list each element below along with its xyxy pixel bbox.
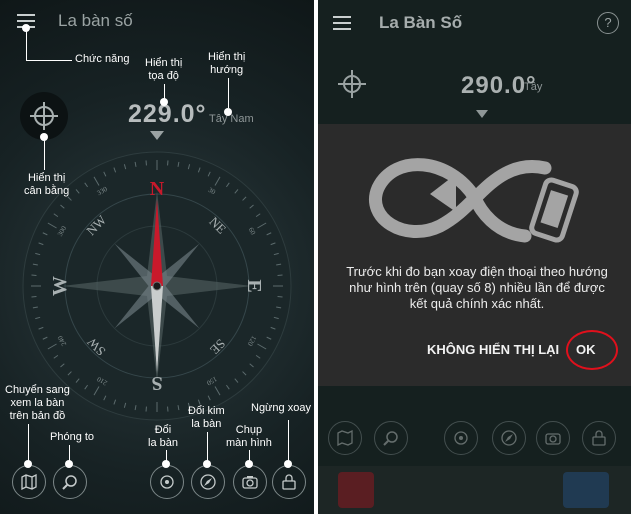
callout-line — [28, 424, 29, 464]
dont-show-again-button[interactable]: KHÔNG HIỂN THỊ LẠI — [427, 342, 559, 357]
callout-dot — [245, 460, 253, 468]
ad-thumbnail — [338, 472, 374, 508]
heading-direction: Tây — [524, 81, 543, 93]
ad-banner[interactable] — [318, 466, 631, 514]
annotation-stop-rotate: Ngừng xoay — [251, 402, 311, 414]
infinity-phone-icon — [369, 158, 579, 243]
ad-thumbnail — [563, 472, 609, 508]
screenshot-button[interactable] — [233, 465, 267, 499]
cardinal-label-s: S — [151, 372, 162, 394]
lock-rotation-button[interactable] — [272, 465, 306, 499]
map-button[interactable] — [12, 465, 46, 499]
lock-icon — [282, 474, 296, 490]
map-icon — [337, 430, 353, 446]
zoom-button[interactable] — [374, 421, 408, 455]
annotation-direction: Hiển thị hướng — [208, 51, 246, 76]
ok-button[interactable]: OK — [576, 342, 596, 357]
callout-line — [288, 420, 289, 462]
compass-switch-icon — [160, 475, 174, 489]
map-icon — [21, 474, 37, 490]
annotation-zoom: Phóng to — [50, 431, 95, 443]
callout-line — [26, 60, 72, 61]
zoom-icon — [62, 475, 77, 490]
compass-switch-icon — [454, 431, 468, 445]
callout-dot — [203, 460, 211, 468]
needle-icon — [501, 430, 517, 446]
camera-icon — [242, 476, 258, 489]
heading-direction: Tây Nam — [209, 113, 254, 125]
calibration-dialog: Trước khi đo bạn xoay điện thoại theo hư… — [318, 124, 631, 386]
callout-line — [228, 78, 229, 108]
annotation-switch-needle: Đổi kim la bàn — [188, 405, 225, 430]
switch-compass-button[interactable] — [444, 421, 478, 455]
app-title: La Bàn Số — [379, 13, 463, 32]
annotation-coords: Hiển thị tọa độ — [145, 57, 183, 82]
callout-line — [26, 30, 27, 60]
map-button[interactable] — [328, 421, 362, 455]
callout-dot — [24, 460, 32, 468]
callout-dot — [65, 460, 73, 468]
lock-rotation-button[interactable] — [582, 421, 616, 455]
annotation-map: Chuyển sang xem la bàn trên bản đồ — [5, 384, 70, 422]
callout-dot — [224, 108, 232, 116]
right-calibration-screen: La Bàn Số ? 290.0° Tây Trước khi đo bạn … — [318, 0, 631, 514]
switch-needle-button[interactable] — [191, 465, 225, 499]
annotation-screenshot: Chụp màn hình — [226, 424, 272, 449]
callout-dot — [162, 460, 170, 468]
lock-icon — [592, 430, 606, 446]
annotation-level: Hiển thị cân bằng — [24, 172, 70, 197]
help-icon[interactable]: ? — [597, 12, 619, 34]
annotation-switch-compass: Đổi la bàn — [148, 424, 178, 449]
heading-marker-icon — [150, 131, 164, 140]
callout-line — [44, 140, 45, 170]
camera-icon — [545, 433, 561, 445]
zoom-icon — [383, 431, 398, 446]
cardinal-label-w: W — [49, 276, 71, 296]
callout-dot — [284, 460, 292, 468]
callout-dot — [160, 98, 168, 106]
switch-needle-button[interactable] — [492, 421, 526, 455]
crosshair-icon[interactable] — [336, 68, 368, 100]
screenshot-button[interactable] — [536, 421, 570, 455]
heading-value: 229.0° — [128, 100, 207, 128]
app-title: La bàn số — [58, 11, 133, 30]
left-compass-screen: La bàn số 229.0° Tây Nam N E S W NE SE SW NW 30 6… — [0, 0, 314, 514]
heading-marker-icon — [476, 110, 488, 118]
cardinal-label-n: N — [150, 178, 165, 200]
needle-icon — [200, 474, 216, 490]
zoom-button[interactable] — [53, 465, 87, 499]
switch-compass-button[interactable] — [150, 465, 184, 499]
dialog-message: Trước khi đo bạn xoay điện thoại theo hư… — [346, 264, 608, 311]
annotation-menu: Chức năng — [75, 53, 130, 65]
cardinal-label-e: E — [243, 279, 265, 292]
help-label: ? — [604, 15, 612, 30]
menu-icon[interactable] — [333, 16, 351, 30]
callout-line — [207, 432, 208, 462]
